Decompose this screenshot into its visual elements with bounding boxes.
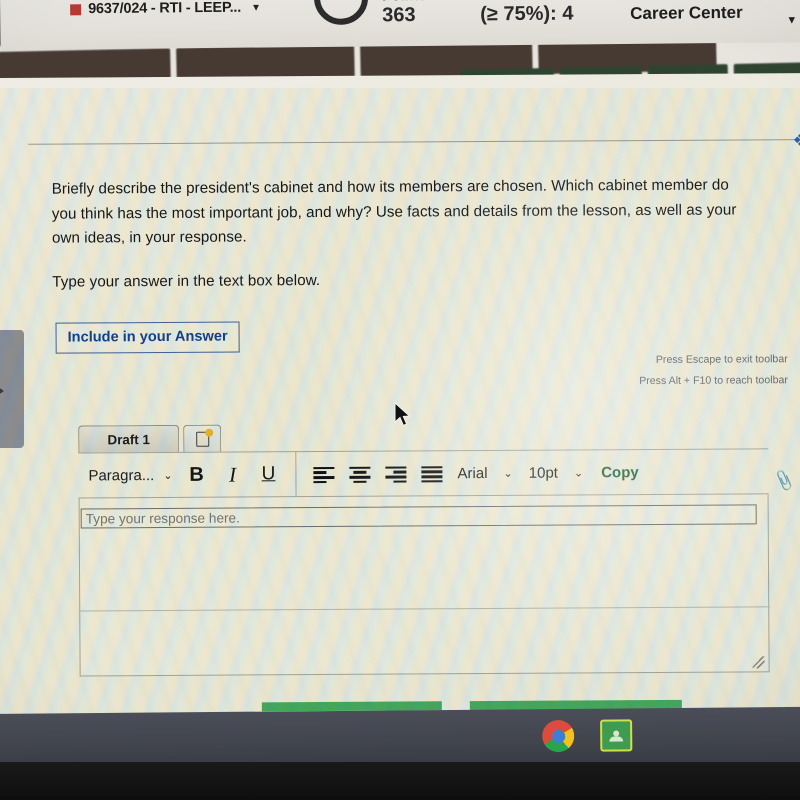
include-in-your-answer-button[interactable]: Include in your Answer: [55, 321, 240, 354]
app-header: 9637/024 - RTI - LEEP... ▼ 1 Points: 363…: [0, 0, 800, 50]
activities-value: (≥ 75%): 4: [480, 2, 574, 26]
align-center-icon: [348, 466, 371, 484]
align-center-button[interactable]: [341, 455, 377, 493]
paragraph-style-select[interactable]: Paragra... ⌄: [82, 466, 178, 484]
align-justify-icon: [420, 465, 443, 483]
copy-button[interactable]: Copy: [591, 464, 649, 481]
hint-alt-f10: Press Alt + F10 to reach toolbar: [639, 374, 788, 388]
question-paragraph-2: Type your answer in the text box below.: [52, 271, 321, 291]
chromeos-shelf: [0, 706, 800, 770]
question-text: Briefly describe the president's cabinet…: [52, 173, 743, 295]
assignment-page: ❖ Briefly describe the president's cabin…: [0, 73, 800, 718]
paperclip-icon[interactable]: 📎: [772, 469, 797, 494]
classroom-people-glyph: [607, 730, 625, 741]
resize-handle[interactable]: [752, 656, 765, 669]
hint-escape: Press Escape to exit toolbar: [655, 353, 788, 366]
career-chevron-down-icon[interactable]: ▼: [786, 14, 797, 26]
header-divider: [28, 138, 800, 145]
chevron-down-icon: ⌄: [573, 466, 584, 479]
paragraph-style-value: Paragra...: [88, 466, 155, 484]
toolbar-divider: [295, 451, 297, 498]
align-left-button[interactable]: [305, 455, 341, 493]
level-badge: 1: [313, 0, 369, 25]
activities-stat: Activities (≥ 75%): 4: [480, 0, 574, 26]
align-left-icon: [312, 466, 335, 484]
question-paragraph-1: Briefly describe the president's cabinet…: [51, 176, 737, 247]
points-stat: Points: 363: [382, 0, 432, 27]
screen-photo: 9637/024 - RTI - LEEP... ▼ 1 Points: 363…: [0, 0, 800, 800]
laptop-bezel: [0, 762, 800, 800]
career-center-line2: Career Center: [630, 2, 743, 23]
bookmark-icon[interactable]: ❖: [792, 129, 800, 153]
italic-button[interactable]: I: [214, 455, 250, 493]
font-size-select[interactable]: 10pt ⌄: [521, 464, 592, 481]
font-family-value: Arial: [457, 464, 488, 482]
career-center-link[interactable]: Go to the Career Center: [630, 0, 743, 24]
course-color-swatch: [70, 3, 82, 15]
google-classroom-icon[interactable]: [600, 719, 633, 752]
bold-button[interactable]: B: [178, 456, 214, 494]
underline-button[interactable]: U: [250, 455, 286, 493]
font-size-value: 10pt: [528, 464, 559, 482]
editor-toolbar: Paragra... ⌄ B I U Arial ⌄ 10pt ⌄ Copy 📎: [78, 448, 796, 499]
font-family-select[interactable]: Arial ⌄: [449, 464, 520, 482]
align-right-button[interactable]: [377, 454, 413, 492]
course-selector[interactable]: 9637/024 - RTI - LEEP... ▼: [70, 0, 261, 17]
course-label: 9637/024 - RTI - LEEP...: [88, 0, 242, 18]
align-right-icon: [384, 466, 407, 484]
points-value: 363: [382, 4, 416, 27]
editor-body[interactable]: [78, 494, 771, 677]
chevron-down-icon: ⌄: [163, 469, 173, 482]
new-document-icon: [195, 431, 209, 447]
sidebar-toggle-tab[interactable]: [0, 330, 24, 448]
chevron-down-icon: ⌄: [503, 467, 513, 480]
response-input[interactable]: [80, 504, 757, 529]
draft-tabs: Draft 1: [78, 421, 778, 453]
new-draft-button[interactable]: [183, 424, 222, 452]
chevron-down-icon: ▼: [250, 1, 261, 14]
chrome-icon[interactable]: [542, 719, 575, 753]
response-editor: Draft 1 Paragra... ⌄ B I U Arial ⌄ 10pt …: [78, 421, 796, 677]
tab-draft-1[interactable]: Draft 1: [78, 424, 180, 453]
toolbar-hints: Press Escape to exit toolbar Press Alt +…: [639, 349, 788, 392]
level-badge-value: 1: [337, 0, 346, 3]
editor-inner-divider: [80, 606, 771, 612]
align-justify-button[interactable]: [413, 454, 449, 492]
